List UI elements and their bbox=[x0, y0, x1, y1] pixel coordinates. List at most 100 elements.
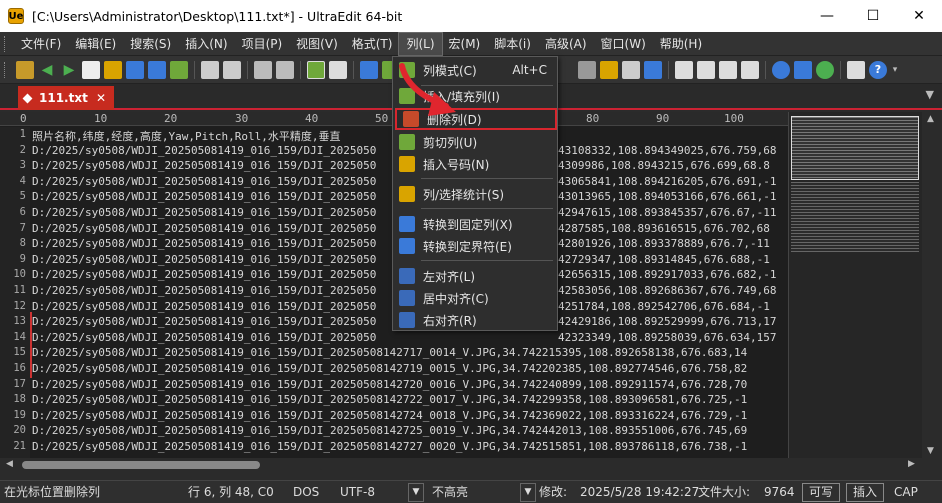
layout-3-icon[interactable] bbox=[719, 60, 737, 79]
scroll-down-icon[interactable]: ▼ bbox=[927, 446, 934, 456]
ftp-icon[interactable] bbox=[794, 60, 812, 79]
code-line[interactable]: D:/2025/sy0508/WDJI_202505081419_016_159… bbox=[32, 346, 747, 359]
code-line[interactable]: D:/2025/sy0508/WDJI_202505081419_016_159… bbox=[32, 144, 376, 157]
menu-item-align-center[interactable]: 居中对齐(C) bbox=[393, 287, 557, 309]
scroll-up-icon[interactable]: ▲ bbox=[927, 114, 934, 124]
code-line-visible-tail[interactable]: 43013965,108.894053166,676.661,-1 bbox=[558, 190, 777, 203]
open-folder-icon[interactable] bbox=[104, 60, 122, 79]
code-line[interactable]: D:/2025/sy0508/WDJI_202505081419_016_159… bbox=[32, 284, 376, 297]
code-line-visible-tail[interactable]: 42583056,108.892686367,676.749,68 bbox=[558, 284, 777, 297]
horizontal-scroll-thumb[interactable] bbox=[22, 461, 260, 469]
code-line[interactable]: D:/2025/sy0508/WDJI_202505081419_016_159… bbox=[32, 362, 747, 375]
menu-item-cut-column[interactable]: 剪切列(U) bbox=[393, 131, 557, 153]
code-line[interactable]: D:/2025/sy0508/WDJI_202505081419_016_159… bbox=[32, 159, 376, 172]
code-line[interactable]: D:/2025/sy0508/WDJI_202505081419_016_159… bbox=[32, 206, 376, 219]
tab-list-dropdown-icon[interactable]: ▼ bbox=[926, 88, 934, 101]
encoding-indicator[interactable]: UTF-8 bbox=[340, 481, 375, 503]
minimap[interactable] bbox=[788, 112, 922, 458]
code-line[interactable]: D:/2025/sy0508/WDJI_202505081419_016_159… bbox=[32, 190, 376, 203]
code-line-visible-tail[interactable]: 42429186,108.892529999,676.713,17 bbox=[558, 315, 777, 328]
web-browser-icon[interactable] bbox=[772, 60, 790, 79]
menubar-grip[interactable] bbox=[4, 35, 8, 52]
maximize-button[interactable]: ☐ bbox=[850, 0, 896, 32]
code-line[interactable]: D:/2025/sy0508/WDJI_202505081419_016_159… bbox=[32, 300, 376, 313]
compare-icon[interactable] bbox=[578, 60, 596, 79]
save-all-icon[interactable] bbox=[170, 60, 188, 79]
minimize-button[interactable]: — bbox=[804, 0, 850, 32]
code-line-visible-tail[interactable]: 4309986,108.8943215,676.699,68.8 bbox=[558, 159, 770, 172]
code-line[interactable]: D:/2025/sy0508/WDJI_202505081419_016_159… bbox=[32, 175, 376, 188]
menu-item-align-right[interactable]: 右对齐(R) bbox=[393, 309, 557, 331]
highlight-mode[interactable]: 不高亮 bbox=[432, 481, 468, 503]
help-icon[interactable]: ? bbox=[869, 60, 887, 79]
code-line-visible-tail[interactable]: 42323349,108.89258039,676.634,157 bbox=[558, 331, 777, 344]
layout-2-icon[interactable] bbox=[697, 60, 715, 79]
customize-icon[interactable] bbox=[847, 60, 865, 79]
close-button[interactable]: ✕ bbox=[896, 0, 942, 32]
print-preview-icon[interactable] bbox=[223, 60, 241, 79]
insert-mode-toggle[interactable]: 插入 bbox=[846, 483, 885, 502]
code-line-visible-tail[interactable]: 42947615,108.893845357,676.67,-11 bbox=[558, 206, 777, 219]
back-arrow-icon[interactable]: ◀ bbox=[38, 61, 56, 79]
code-line-visible-tail[interactable]: 4287585,108.893616515,676.702,68 bbox=[558, 222, 770, 235]
menu-item-convert-fixed-column[interactable]: 转换到固定列(X) bbox=[393, 213, 557, 235]
line-ending-indicator[interactable]: DOS bbox=[293, 481, 319, 503]
macro-icon[interactable] bbox=[600, 60, 618, 79]
code-line-visible-tail[interactable]: 43065841,108.894216205,676.691,-1 bbox=[558, 175, 777, 188]
menu-help[interactable]: 帮助(H) bbox=[653, 33, 709, 55]
menu-view[interactable]: 视图(V) bbox=[289, 33, 345, 55]
toolbar-overflow-icon[interactable]: ▾ bbox=[891, 61, 899, 79]
scroll-left-icon[interactable]: ◀ bbox=[6, 459, 13, 469]
code-line-visible-tail[interactable]: 42801926,108.893378889,676.7,-11 bbox=[558, 237, 770, 250]
word-count-icon[interactable] bbox=[276, 60, 294, 79]
code-line[interactable]: D:/2025/sy0508/WDJI_202505081419_016_159… bbox=[32, 424, 747, 437]
open-recent-icon[interactable] bbox=[126, 60, 144, 79]
menu-item-column-stats[interactable]: 列/选择统计(S) bbox=[393, 183, 557, 205]
spell-check-icon[interactable] bbox=[254, 60, 272, 79]
writable-toggle[interactable]: 可写 bbox=[802, 483, 841, 502]
save-icon[interactable] bbox=[148, 60, 166, 79]
horizontal-scrollbar[interactable]: ◀ ▶ bbox=[0, 458, 922, 472]
menu-insert[interactable]: 插入(N) bbox=[178, 33, 234, 55]
code-line[interactable]: D:/2025/sy0508/WDJI_202505081419_016_159… bbox=[32, 378, 747, 391]
code-line[interactable]: D:/2025/sy0508/WDJI_202505081419_016_159… bbox=[32, 268, 376, 281]
tab-111-txt[interactable]: 111.txt ✕ bbox=[18, 86, 114, 110]
hex-mode-icon[interactable] bbox=[329, 60, 347, 79]
menu-item-align-left[interactable]: 左对齐(L) bbox=[393, 265, 557, 287]
code-line[interactable]: 照片名称,纬度,经度,高度,Yaw,Pitch,Roll,水平精度,垂直 bbox=[32, 128, 340, 144]
code-line-visible-tail[interactable]: 43108332,108.894349025,676.759,68 bbox=[558, 144, 777, 157]
scroll-right-icon[interactable]: ▶ bbox=[908, 459, 915, 469]
code-line[interactable]: D:/2025/sy0508/WDJI_202505081419_016_159… bbox=[32, 253, 376, 266]
code-line-visible-tail[interactable]: 4251784,108.892542706,676.684,-1 bbox=[558, 300, 770, 313]
menu-column[interactable]: 列(L) bbox=[398, 31, 443, 56]
menu-project[interactable]: 项目(P) bbox=[235, 33, 290, 55]
tools-icon[interactable] bbox=[644, 60, 662, 79]
column-mode-toolbar-icon[interactable] bbox=[307, 60, 325, 79]
code-line[interactable]: D:/2025/sy0508/WDJI_202505081419_016_159… bbox=[32, 237, 376, 250]
code-line[interactable]: D:/2025/sy0508/WDJI_202505081419_016_159… bbox=[32, 409, 747, 422]
highlight-dropdown-icon[interactable]: ▼ bbox=[520, 483, 536, 502]
menu-item-insert-number[interactable]: 插入号码(N) bbox=[393, 153, 557, 175]
code-line[interactable]: D:/2025/sy0508/WDJI_202505081419_016_159… bbox=[32, 393, 747, 406]
menu-item-convert-delimiter[interactable]: 转换到定界符(E) bbox=[393, 235, 557, 257]
wizard-icon[interactable] bbox=[16, 60, 34, 79]
tab-close-icon[interactable]: ✕ bbox=[96, 91, 106, 105]
code-line-visible-tail[interactable]: 42656315,108.892917033,676.682,-1 bbox=[558, 268, 777, 281]
forward-arrow-icon[interactable]: ▶ bbox=[60, 61, 78, 79]
toolbar-grip[interactable] bbox=[4, 61, 8, 78]
print-icon[interactable] bbox=[201, 60, 219, 79]
layout-4-icon[interactable] bbox=[741, 60, 759, 79]
refresh-icon[interactable] bbox=[816, 60, 834, 79]
menu-format[interactable]: 格式(T) bbox=[345, 33, 400, 55]
minimap-viewport[interactable] bbox=[791, 116, 919, 180]
vertical-scrollbar[interactable]: ▲ ▼ bbox=[922, 112, 942, 458]
word-wrap-icon[interactable] bbox=[360, 60, 378, 79]
new-file-icon[interactable] bbox=[82, 60, 100, 79]
menu-script[interactable]: 脚本(i) bbox=[487, 33, 538, 55]
menu-edit[interactable]: 编辑(E) bbox=[68, 33, 123, 55]
code-line-visible-tail[interactable]: 42729347,108.89314845,676.688,-1 bbox=[558, 253, 770, 266]
ultraedit-app-icon[interactable]: Ue bbox=[8, 8, 24, 24]
code-line[interactable]: D:/2025/sy0508/WDJI_202505081419_016_159… bbox=[32, 440, 747, 453]
layout-1-icon[interactable] bbox=[675, 60, 693, 79]
menu-window[interactable]: 窗口(W) bbox=[594, 33, 653, 55]
